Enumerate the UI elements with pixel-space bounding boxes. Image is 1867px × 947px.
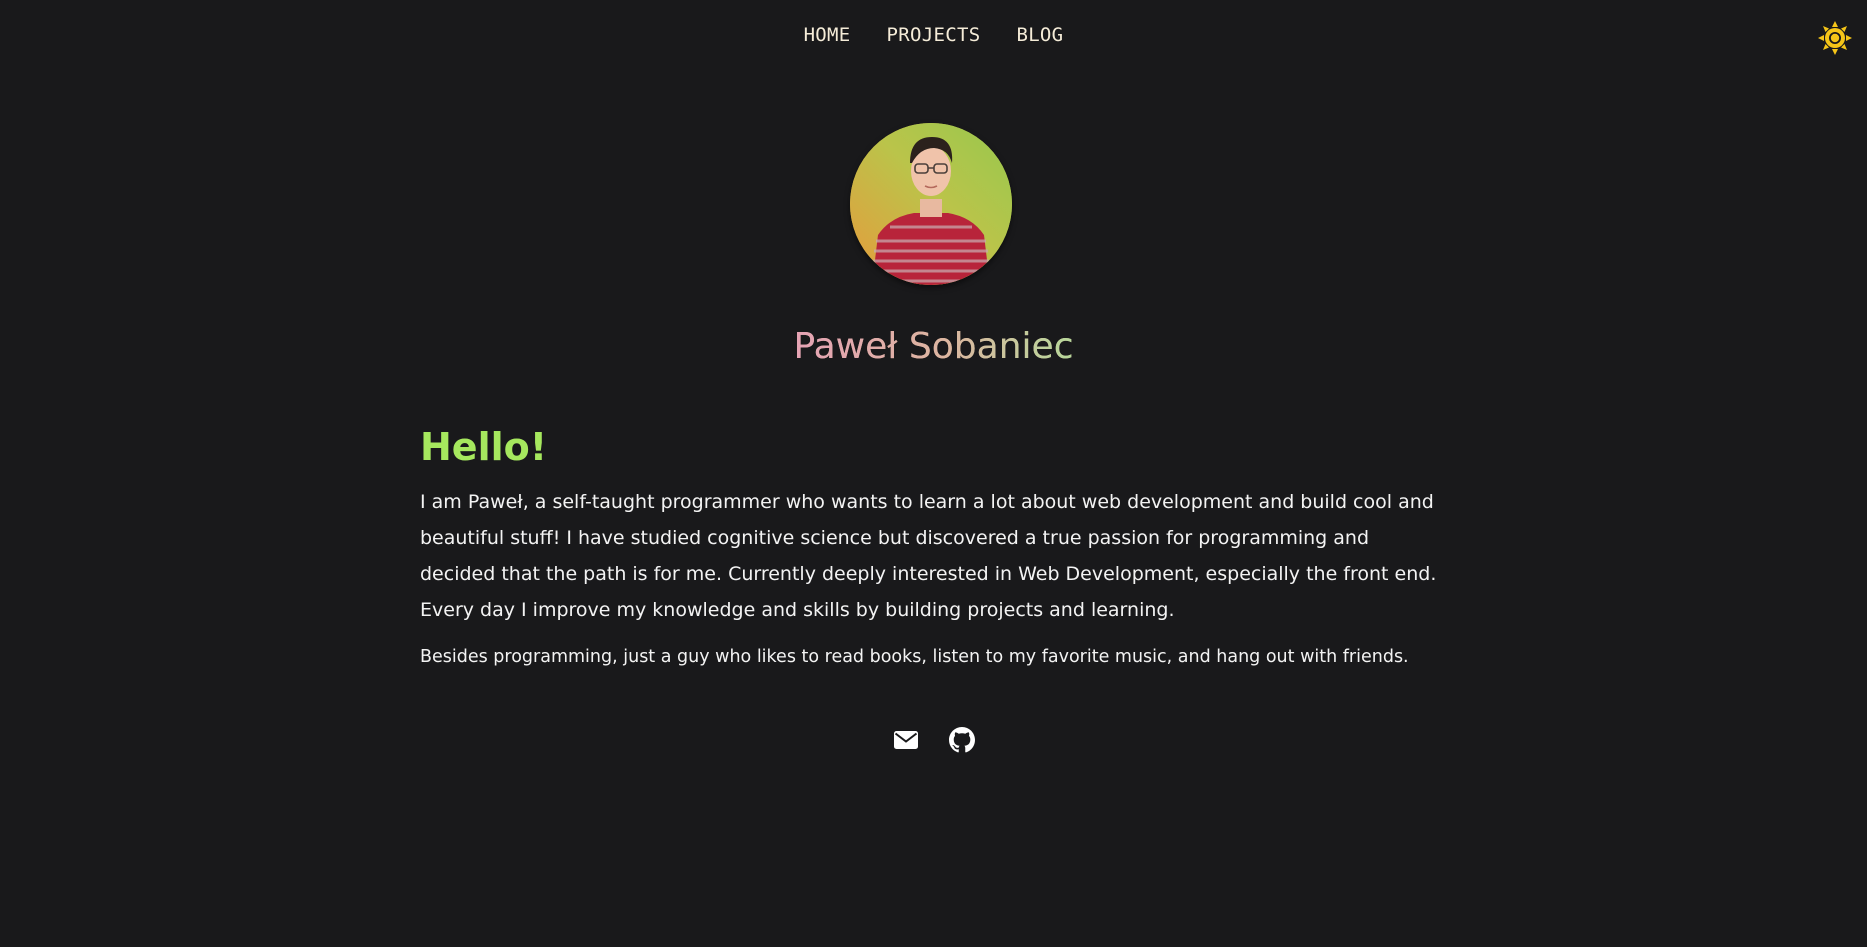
greeting-heading: Hello!: [420, 425, 548, 469]
profile-name-text: Paweł Sobaniec: [793, 326, 1074, 368]
theme-toggle-button[interactable]: [1817, 20, 1853, 56]
github-icon: [948, 727, 975, 753]
envelope-icon: [893, 731, 918, 749]
avatar: [850, 123, 1012, 285]
profile-name: Paweł Sobaniec: [0, 326, 1867, 367]
main-nav: HOME PROJECTS BLOG: [0, 24, 1867, 46]
profile-photo: [850, 123, 1012, 285]
social-links: [0, 727, 1867, 753]
nav-projects-link[interactable]: PROJECTS: [887, 24, 981, 46]
nav-blog-link[interactable]: BLOG: [1016, 24, 1063, 46]
about-section: Hello! I am Paweł, a self-taught program…: [420, 420, 1440, 672]
sun-icon: [1818, 21, 1852, 55]
about-paragraph-intro: I am Paweł, a self-taught programmer who…: [420, 491, 1437, 621]
nav-home-link[interactable]: HOME: [804, 24, 851, 46]
about-paragraph-hobbies: Besides programming, just a guy who like…: [420, 647, 1409, 667]
email-link[interactable]: [893, 727, 919, 753]
github-link[interactable]: [948, 727, 975, 753]
